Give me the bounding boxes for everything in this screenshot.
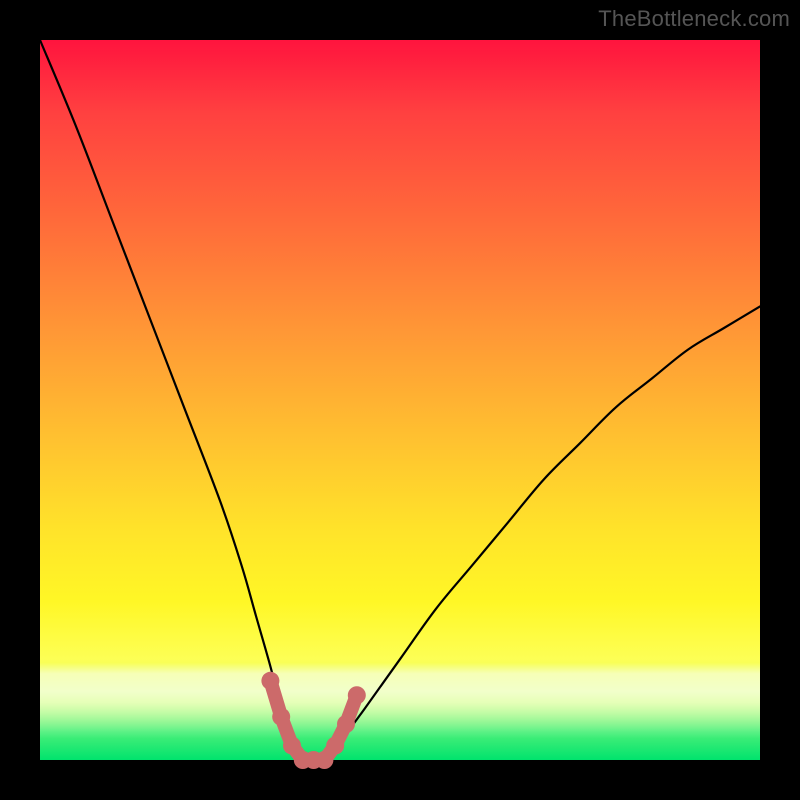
marker-group	[261, 672, 365, 769]
marker-point	[272, 708, 290, 726]
chart-frame: TheBottleneck.com	[0, 0, 800, 800]
marker-point	[261, 672, 279, 690]
marker-point	[337, 715, 355, 733]
plot-area	[40, 40, 760, 760]
curve-svg	[40, 40, 760, 760]
bottleneck-curve	[40, 40, 760, 761]
marker-point	[283, 737, 301, 755]
marker-point	[326, 737, 344, 755]
marker-point	[315, 751, 333, 769]
watermark-text: TheBottleneck.com	[598, 6, 790, 32]
marker-point	[348, 686, 366, 704]
